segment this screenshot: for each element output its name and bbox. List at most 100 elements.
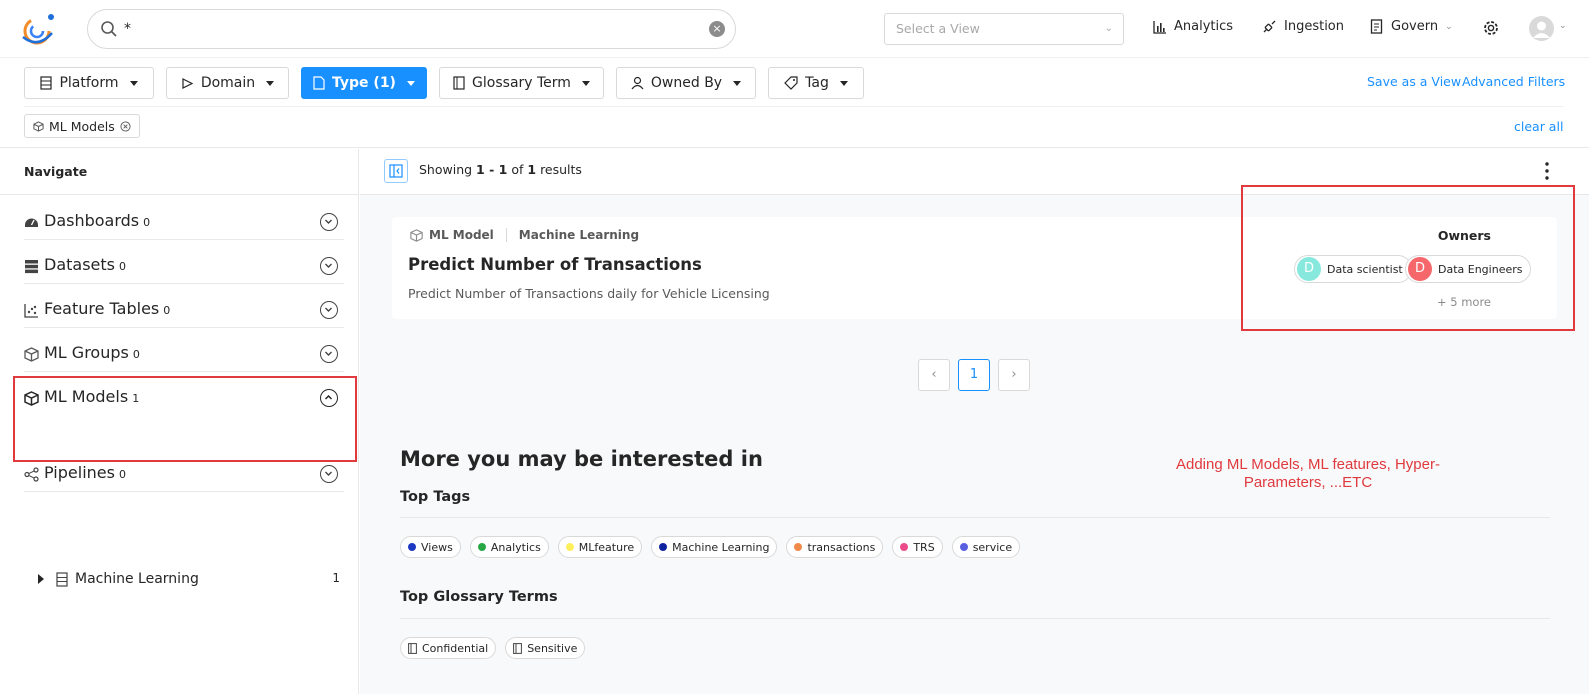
page-number-button[interactable]: 1 [958,359,990,391]
tag-icon [784,76,798,90]
domain-filter-label: Domain [200,75,256,91]
ingestion-link[interactable]: Ingestion [1262,19,1344,34]
tag-chip[interactable]: service [951,536,1021,558]
tag-chip[interactable]: Machine Learning [651,536,778,558]
sidebar-title: Navigate [24,164,88,179]
collapse-sidebar-button[interactable] [384,159,408,183]
tag-chip[interactable]: Analytics [469,536,549,558]
analytics-label: Analytics [1174,19,1234,34]
sidebar-item-datasets[interactable]: Datasets 0 [24,250,344,284]
datasets-icon [25,260,38,274]
remove-chip-icon[interactable] [120,120,131,132]
tag-chip[interactable]: Views [400,536,461,558]
section-divider [400,517,1550,518]
platform-filter-label: Platform [59,75,119,91]
advanced-filters-link[interactable]: Advanced Filters [1462,74,1565,89]
analytics-link[interactable]: Analytics [1153,19,1233,34]
save-as-view-link[interactable]: Save as a View [1367,74,1461,89]
highlight-box-ml-models [13,376,357,462]
platform-database-icon [56,572,68,587]
annotation-text: Adding ML Models, ML features, Hyper-Par… [1175,456,1440,491]
chevron-down-icon[interactable]: ⌄ [1559,21,1567,31]
search-bar[interactable]: × [87,9,736,49]
results-of: of [511,162,524,177]
top-tags-list: Views Analytics MLfeature Machine Learni… [400,536,1021,558]
search-input[interactable] [124,18,684,40]
sidebar-item-label: Feature Tables [44,299,160,318]
sidebar-subitem-label: Machine Learning [75,571,199,587]
results-range: 1 - 1 [476,162,508,177]
cube-icon [410,228,423,242]
share-nodes-icon [24,467,39,482]
user-avatar[interactable] [1529,16,1554,41]
clear-search-icon[interactable]: × [709,21,725,37]
entity-type: ML Model [429,228,494,242]
tag-color-dot [565,543,574,551]
expand-toggle-icon[interactable] [320,213,338,231]
clear-all-link[interactable]: clear all [1514,119,1563,134]
glossary-term-chip[interactable]: Sensitive [505,637,586,659]
sidebar-item-dashboards[interactable]: Dashboards 0 [24,206,344,240]
sidebar-item-count: 0 [118,468,126,481]
sidebar-header: Navigate [0,149,359,195]
tag-label: MLfeature [578,540,635,554]
glossary-term-filter-label: Glossary Term [472,75,571,91]
tag-label: Views [421,540,453,554]
type-filter-label: Type (1) [332,75,396,91]
tag-color-dot [959,543,968,551]
ingestion-label: Ingestion [1284,19,1344,34]
active-filter-chip[interactable]: ML Models [24,114,140,138]
glossary-term-label: Confidential [422,641,489,655]
top-glossary-terms-title: Top Glossary Terms [400,589,558,605]
type-filter-button[interactable]: Type (1) [301,67,427,99]
scatter-plot-icon [24,304,38,318]
settings-gear-icon[interactable] [1482,19,1500,37]
expand-toggle-icon[interactable] [320,345,338,363]
sidebar-item-ml-groups[interactable]: ML Groups 0 [24,338,344,372]
database-icon [40,76,53,90]
glossary-term-filter-button[interactable]: Glossary Term [439,67,604,99]
tag-chip[interactable]: TRS [892,536,943,558]
cube-icon [33,120,44,132]
entity-title[interactable]: Predict Number of Transactions [408,255,702,274]
file-icon [313,76,325,90]
expand-toggle-icon[interactable] [320,301,338,319]
bar-chart-icon [1153,20,1166,34]
sidebar-subitem-machine-learning[interactable]: Machine Learning 1 [38,569,344,593]
expand-toggle-icon[interactable] [320,257,338,275]
more-options-icon[interactable] [1545,162,1549,180]
sidebar-item-feature-tables[interactable]: Feature Tables 0 [24,294,344,328]
highlight-box-owners [1241,185,1575,331]
next-page-button[interactable]: › [998,359,1030,391]
glossary-term-label: Sensitive [527,641,578,655]
results-prefix: Showing [419,162,473,177]
sidebar-item-pipelines[interactable]: Pipelines 0 [24,458,344,492]
expand-toggle-icon[interactable] [320,465,338,483]
datahub-logo[interactable] [18,9,58,49]
tag-color-dot [659,543,668,551]
expand-arrow-icon[interactable] [38,574,44,584]
results-suffix: results [540,162,582,177]
govern-menu[interactable]: Govern ⌄ [1370,19,1453,34]
dashboard-icon [25,218,38,227]
tag-label: Machine Learning [672,540,770,554]
top-navigation-bar: × Select a View ⌄ Analytics Ingestion Go… [0,0,1589,58]
active-filter-chip-label: ML Models [49,118,115,134]
book-icon [408,642,417,654]
tag-color-dot [408,543,416,551]
tag-filter-button[interactable]: Tag [768,67,864,99]
platform-filter-button[interactable]: Platform [24,67,154,99]
view-select-dropdown[interactable]: Select a View ⌄ [884,13,1124,45]
book-icon [453,76,465,90]
owned-by-filter-button[interactable]: Owned By [616,67,756,99]
tag-chip[interactable]: transactions [786,536,884,558]
tag-color-dot [477,543,486,551]
tag-label: transactions [807,540,876,554]
previous-page-button[interactable]: ‹ [918,359,950,391]
tag-chip[interactable]: MLfeature [557,536,643,558]
results-count: Showing 1 - 1 of 1 results [419,162,582,177]
sidebar-item-label: Pipelines [44,463,115,482]
results-total: 1 [527,162,537,177]
glossary-term-chip[interactable]: Confidential [400,637,497,659]
domain-filter-button[interactable]: Domain [166,67,289,99]
